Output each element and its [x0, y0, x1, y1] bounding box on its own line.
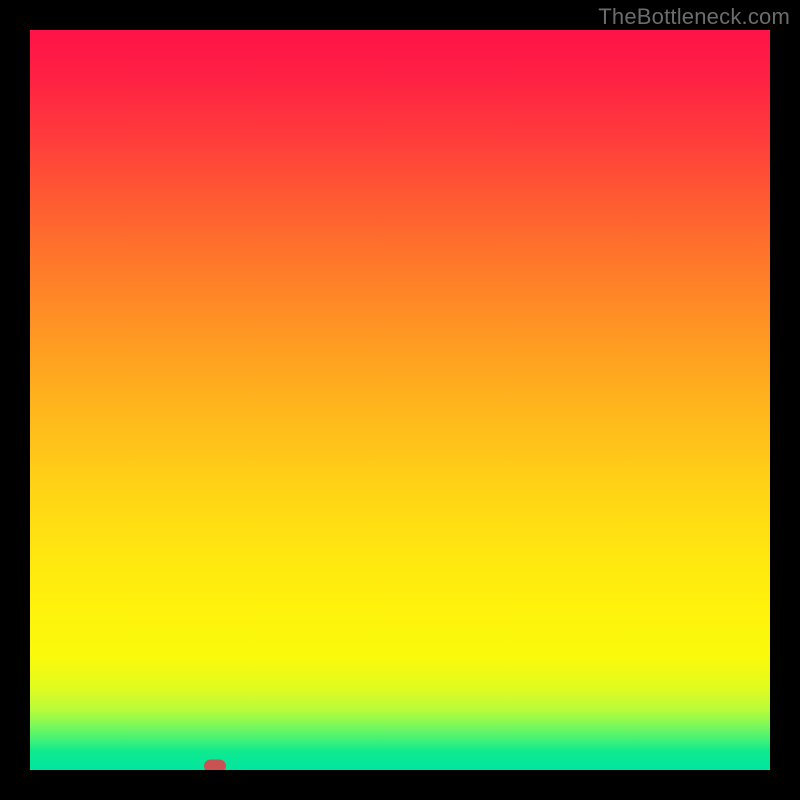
background-gradient	[30, 30, 770, 770]
optimum-marker	[204, 760, 226, 770]
chart-frame: TheBottleneck.com	[0, 0, 800, 800]
watermark-text: TheBottleneck.com	[598, 4, 790, 30]
plot-area	[30, 30, 770, 770]
